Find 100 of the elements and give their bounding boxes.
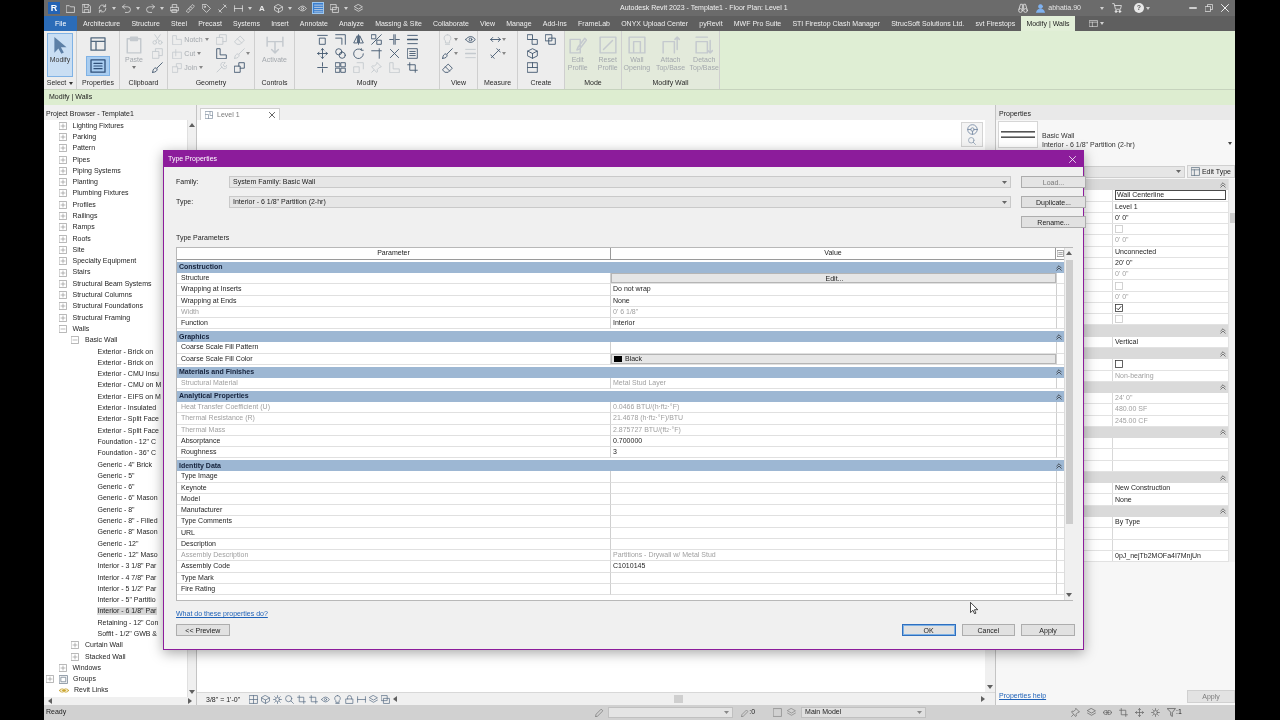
eye-icon[interactable] — [321, 694, 331, 704]
ribbon-icon-button[interactable] — [368, 47, 384, 60]
lightbulb-icon[interactable] — [333, 694, 343, 704]
expand-icon[interactable] — [58, 144, 67, 153]
scroll-thumb[interactable] — [674, 695, 684, 703]
ribbon-icon-button[interactable] — [542, 33, 558, 46]
app-logo[interactable]: R — [48, 2, 60, 14]
expand-icon[interactable] — [58, 245, 67, 254]
restore-button[interactable] — [1204, 3, 1214, 13]
cube-icon[interactable] — [261, 694, 271, 704]
scroll-left-icon[interactable] — [48, 698, 52, 704]
pencil-icon[interactable] — [595, 708, 605, 717]
ribbon-icon-button[interactable] — [350, 47, 366, 60]
pencil-icon[interactable] — [741, 708, 750, 717]
expand-icon[interactable] — [58, 200, 67, 209]
expand-icon[interactable] — [58, 663, 67, 672]
expand-icon[interactable] — [58, 257, 67, 266]
window-grid-icon[interactable] — [1089, 20, 1099, 27]
scroll-thumb[interactable] — [1229, 213, 1235, 223]
expand-icon[interactable] — [58, 155, 67, 164]
move-arrows-icon[interactable] — [1135, 708, 1145, 717]
ribbon-icon-button[interactable] — [314, 47, 330, 60]
quick-access-button[interactable] — [144, 2, 156, 14]
steering-wheel-icon[interactable] — [966, 124, 978, 135]
sun-icon[interactable] — [1151, 708, 1161, 717]
square-icon[interactable] — [773, 708, 783, 717]
expand-icon[interactable] — [58, 279, 67, 288]
ribbon-icon-button[interactable] — [439, 47, 460, 60]
ribbon-icon-button[interactable] — [350, 33, 366, 46]
quick-access-button[interactable] — [312, 2, 324, 14]
scrollbar[interactable] — [1064, 248, 1073, 600]
checkbox[interactable] — [1115, 360, 1123, 369]
expand-icon[interactable] — [58, 121, 67, 130]
pin-icon[interactable] — [1071, 708, 1081, 717]
scroll-up-icon[interactable] — [189, 123, 195, 127]
ribbon-icon-button[interactable] — [404, 33, 420, 46]
expand-icon[interactable] — [58, 189, 67, 198]
ribbon-icon-button[interactable] — [314, 61, 330, 74]
ribbon-tile-button[interactable] — [86, 56, 110, 76]
expand-icon[interactable] — [46, 675, 54, 684]
collapse-icon[interactable] — [58, 325, 67, 333]
quick-access-button[interactable] — [216, 2, 228, 14]
layers-icon[interactable] — [1087, 708, 1097, 717]
expand-icon[interactable] — [58, 302, 67, 311]
ribbon-icon-button[interactable] — [213, 47, 229, 60]
section-line-icon[interactable] — [357, 694, 367, 704]
layers-icon[interactable] — [787, 708, 797, 717]
sun-icon[interactable] — [273, 694, 283, 704]
padlock-icon[interactable] — [345, 694, 355, 704]
ribbon-icon-button[interactable] — [368, 33, 384, 46]
cart-icon[interactable] — [1112, 3, 1122, 13]
quick-access-button[interactable] — [328, 2, 340, 14]
ribbon-icon-button[interactable] — [487, 47, 508, 60]
scroll-down-icon[interactable] — [987, 685, 993, 689]
close-icon[interactable] — [269, 111, 275, 118]
ribbon-icon-button[interactable] — [314, 33, 330, 46]
quick-access-button[interactable] — [80, 2, 92, 14]
scroll-right-icon[interactable] — [188, 698, 192, 704]
quick-access-button[interactable] — [120, 2, 132, 14]
ribbon-icon-button[interactable] — [524, 33, 540, 46]
property-group-header[interactable] — [1084, 179, 1228, 191]
expand-icon[interactable] — [71, 652, 79, 661]
expand-icon[interactable] — [58, 178, 67, 187]
scrollbar[interactable] — [1228, 179, 1235, 563]
scroll-down-icon[interactable] — [189, 690, 195, 694]
expand-icon[interactable] — [71, 641, 79, 650]
ribbon-icon-button[interactable] — [404, 61, 420, 74]
ribbon-icon-button[interactable] — [404, 47, 420, 60]
binoculars-icon[interactable] — [1018, 3, 1029, 13]
scroll-thumb[interactable] — [1065, 260, 1073, 524]
ribbon-icon-button[interactable] — [332, 47, 348, 60]
ribbon-icon-button[interactable] — [332, 33, 348, 46]
ribbon-icon-button[interactable] — [150, 61, 165, 74]
ribbon-icon-button[interactable] — [462, 33, 478, 46]
close-button[interactable] — [1220, 3, 1230, 13]
expand-icon[interactable] — [58, 132, 67, 141]
quick-access-button[interactable] — [200, 2, 212, 14]
caret-icon[interactable] — [1228, 142, 1232, 145]
scrollbar[interactable] — [44, 697, 196, 705]
scroll-left-icon[interactable] — [393, 696, 398, 702]
quick-access-button[interactable] — [168, 2, 180, 14]
expand-icon[interactable] — [58, 234, 67, 243]
stacked-windows-icon[interactable] — [381, 694, 391, 704]
scroll-up-icon[interactable] — [1066, 251, 1072, 255]
quick-access-button[interactable] — [352, 2, 364, 14]
collapse-icon[interactable] — [71, 336, 79, 345]
expand-icon[interactable] — [58, 268, 67, 277]
crop-icon[interactable] — [1119, 708, 1129, 717]
workset-dropdown[interactable] — [608, 707, 734, 718]
quick-access-button[interactable] — [96, 2, 108, 14]
scroll-down-icon[interactable] — [1066, 593, 1072, 597]
expand-icon[interactable] — [58, 166, 67, 175]
quick-access-button[interactable] — [296, 2, 308, 14]
crop-icon[interactable] — [309, 694, 319, 704]
scroll-right-icon[interactable] — [981, 696, 985, 702]
magnifier-icon[interactable] — [968, 137, 976, 145]
expand-icon[interactable] — [58, 223, 67, 232]
expand-icon[interactable] — [58, 313, 67, 322]
crop-icon[interactable] — [297, 694, 307, 704]
expand-icon[interactable] — [58, 212, 67, 220]
